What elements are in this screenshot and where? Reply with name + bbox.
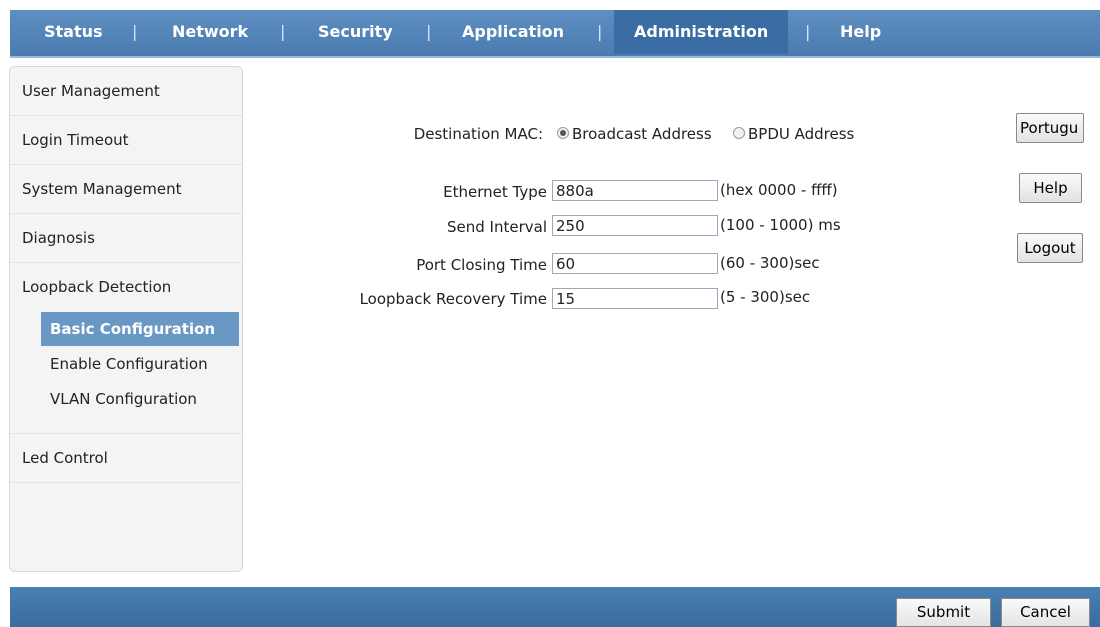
nav-security[interactable]: Security xyxy=(318,10,393,54)
submit-button[interactable]: Submit xyxy=(896,598,991,627)
sidebar-item-system-management[interactable]: System Management xyxy=(10,165,242,214)
broadcast-address-label: Broadcast Address xyxy=(572,125,712,143)
nav-administration[interactable]: Administration xyxy=(614,10,789,54)
nav-network[interactable]: Network xyxy=(172,10,248,54)
nav-separator: | xyxy=(597,22,603,41)
logout-button[interactable]: Logout xyxy=(1017,233,1083,263)
port-closing-time-hint: (60 - 300)sec xyxy=(720,254,820,272)
send-interval-input[interactable] xyxy=(552,215,718,236)
sidebar-subitem-enable-configuration[interactable]: Enable Configuration xyxy=(41,347,239,381)
nav-separator: | xyxy=(805,22,811,41)
cancel-button[interactable]: Cancel xyxy=(1001,598,1090,627)
nav-separator: | xyxy=(280,22,286,41)
ethernet-type-hint: (hex 0000 - ffff) xyxy=(720,181,838,199)
top-navigation: Status | Network | Security | Applicatio… xyxy=(10,10,1100,58)
send-interval-hint: (100 - 1000) ms xyxy=(720,216,841,234)
nav-status[interactable]: Status xyxy=(44,10,103,54)
loopback-recovery-time-label: Loopback Recovery Time xyxy=(359,290,547,308)
sidebar-item-led-control[interactable]: Led Control xyxy=(10,434,242,483)
nav-separator: | xyxy=(426,22,432,41)
bpdu-address-radio[interactable] xyxy=(733,127,745,139)
destination-mac-label: Destination MAC: xyxy=(413,125,543,143)
sidebar-item-loopback-detection[interactable]: Loopback Detection xyxy=(10,263,242,312)
sidebar-item-diagnosis[interactable]: Diagnosis xyxy=(10,214,242,263)
loopback-recovery-time-hint: (5 - 300)sec xyxy=(720,288,811,306)
sidebar-subitem-vlan-configuration[interactable]: VLAN Configuration xyxy=(41,382,239,416)
port-closing-time-label: Port Closing Time xyxy=(416,256,547,274)
nav-application[interactable]: Application xyxy=(462,10,564,54)
ethernet-type-input[interactable] xyxy=(552,180,718,201)
port-closing-time-input[interactable] xyxy=(552,253,718,274)
nav-separator: | xyxy=(132,22,138,41)
language-button[interactable]: Portugu xyxy=(1016,113,1084,143)
nav-help[interactable]: Help xyxy=(840,10,881,54)
sidebar: User Management Login Timeout System Man… xyxy=(9,66,243,572)
help-button[interactable]: Help xyxy=(1019,173,1082,203)
loopback-recovery-time-input[interactable] xyxy=(552,288,718,309)
broadcast-address-radio[interactable] xyxy=(557,127,569,139)
bpdu-address-label: BPDU Address xyxy=(748,125,855,143)
sidebar-item-login-timeout[interactable]: Login Timeout xyxy=(10,116,242,165)
sidebar-item-user-management[interactable]: User Management xyxy=(10,67,242,116)
send-interval-label: Send Interval xyxy=(447,218,547,236)
sidebar-subitem-basic-configuration[interactable]: Basic Configuration xyxy=(41,312,239,346)
ethernet-type-label: Ethernet Type xyxy=(443,183,547,201)
